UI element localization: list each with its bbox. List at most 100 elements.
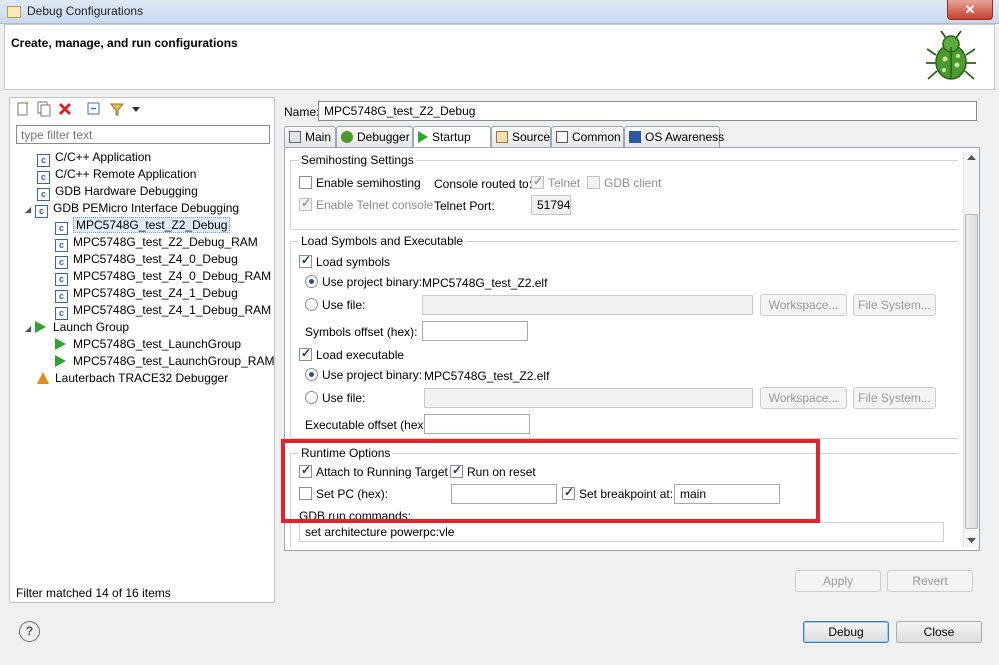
load-executable-checkbox[interactable]: Load executable (299, 346, 405, 362)
scroll-down-arrow-icon[interactable] (967, 537, 976, 544)
tab-main[interactable]: Main (284, 126, 336, 148)
tree-item-gdb-pemicro[interactable]: ◢ c GDB PEMicro Interface Debugging (18, 200, 274, 218)
exec-use-file-radio[interactable]: Use file: (305, 391, 365, 405)
window-title: Debug Configurations (27, 4, 144, 18)
tree-item-z4-0-debug-ram[interactable]: c MPC5748G_test_Z4_0_Debug_RAM (18, 268, 274, 286)
load-symbols-checkbox[interactable]: Load symbols (299, 253, 391, 269)
symbols-offset-label: Symbols offset (hex): (305, 325, 418, 339)
symbols-file-system-button[interactable]: File System... (853, 294, 936, 316)
tree-item-z2-debug-ram[interactable]: c MPC5748G_test_Z2_Debug_RAM (18, 234, 274, 252)
exec-use-project-binary-radio[interactable]: Use project binary: (305, 368, 422, 382)
load-symbols-group: Load Symbols and Executable Load symbols… (290, 234, 958, 439)
launch-icon (55, 338, 66, 350)
tree-item-launchgroup[interactable]: MPC5748G_test_LaunchGroup (18, 336, 274, 353)
filter-input[interactable] (16, 125, 270, 144)
exec-file-system-button[interactable]: File System... (853, 387, 936, 409)
scroll-up-arrow-icon[interactable] (967, 154, 976, 161)
tree-item-z4-1-debug[interactable]: c MPC5748G_test_Z4_1_Debug (18, 285, 274, 303)
checkbox-box[interactable] (299, 253, 312, 268)
checkbox-label: Load symbols (316, 255, 391, 269)
gdb-client-checkbox[interactable]: GDB client (587, 176, 661, 190)
apply-button[interactable]: Apply (795, 570, 881, 592)
close-button[interactable]: Close (896, 621, 982, 643)
checkbox-label: Load executable (316, 348, 405, 362)
new-configuration-icon[interactable] (15, 101, 31, 117)
source-icon (496, 131, 508, 143)
view-menu-chevron-down-icon[interactable] (128, 101, 144, 117)
symbols-workspace-button[interactable]: Workspace... (760, 294, 847, 316)
checkbox-label: Telnet (548, 176, 581, 190)
window-close-button[interactable]: ✕ (947, 0, 993, 20)
tree-item-gdb-hardware-debugging[interactable]: c GDB Hardware Debugging (18, 183, 274, 201)
tree-item-z4-0-debug[interactable]: c MPC5748G_test_Z4_0_Debug (18, 251, 274, 269)
tree-item-lauterbach[interactable]: Lauterbach TRACE32 Debugger (18, 370, 274, 387)
bug-icon (926, 30, 976, 80)
tree-item-z2-debug[interactable]: c MPC5748G_test_Z2_Debug (18, 217, 274, 235)
checkbox-box[interactable] (299, 176, 312, 189)
enable-telnet-console-checkbox[interactable]: Enable Telnet console (299, 196, 434, 212)
tab-label: Common (572, 130, 621, 144)
highlight-annotation-box (281, 439, 820, 523)
checkbox-box[interactable] (299, 196, 312, 211)
tree-item-label: GDB Hardware Debugging (55, 184, 198, 198)
name-label: Name: (284, 105, 320, 119)
tab-label: Debugger (357, 130, 410, 144)
duplicate-icon[interactable] (36, 101, 52, 117)
radio-button[interactable] (305, 275, 318, 288)
dialog-header: Create, manage, and run configurations (4, 24, 995, 90)
exec-binary-value: MPC5748G_test_Z2.elf (424, 369, 550, 383)
symbols-offset-field[interactable] (422, 321, 528, 341)
exec-offset-field[interactable] (424, 414, 530, 434)
tree-item-label: Launch Group (53, 320, 130, 334)
c-config-icon: c (35, 205, 48, 218)
tab-label: Startup (432, 130, 471, 144)
delete-icon[interactable] (57, 101, 73, 117)
checkbox-label: Enable Telnet console (316, 198, 434, 212)
tree-item-cpp-application[interactable]: c C/C++ Application (18, 149, 274, 167)
gdb-run-commands-field[interactable]: set architecture powerpc:vle (299, 522, 944, 542)
collapse-all-icon[interactable] (86, 101, 102, 117)
debug-button[interactable]: Debug (803, 621, 889, 643)
radio-button[interactable] (305, 391, 318, 404)
telnet-port-field[interactable]: 51794 (531, 195, 571, 215)
telnet-checkbox[interactable]: Telnet (531, 174, 581, 190)
console-routed-label: Console routed to: (434, 177, 533, 191)
dialog-title: Create, manage, and run configurations (11, 36, 238, 50)
tree-item-label: MPC5748G_test_Z4_0_Debug_RAM (73, 269, 272, 283)
load-symbols-title: Load Symbols and Executable (299, 234, 466, 248)
tab-debugger[interactable]: Debugger (336, 126, 413, 148)
expand-arrow-icon[interactable]: ◢ (25, 201, 35, 218)
tree-item-launchgroup-ram[interactable]: MPC5748G_test_LaunchGroup_RAM (18, 353, 274, 370)
main-tab-icon (289, 131, 301, 143)
radio-button[interactable] (305, 298, 318, 311)
tab-os-awareness[interactable]: OS Awareness (624, 126, 724, 148)
tree-item-launch-group[interactable]: ◢ Launch Group (18, 319, 274, 336)
checkbox-label: Enable semihosting (316, 176, 421, 190)
tab-common[interactable]: Common (551, 126, 624, 148)
symbols-use-project-binary-radio[interactable]: Use project binary: (305, 275, 422, 289)
configuration-editor: Name: MPC5748G_test_Z2_Debug Main Debugg… (281, 97, 982, 603)
filter-icon[interactable] (109, 101, 125, 117)
tree-item-z4-1-debug-ram[interactable]: c MPC5748G_test_Z4_1_Debug_RAM (18, 302, 274, 320)
launch-group-icon (35, 321, 46, 333)
tree-item-label: C/C++ Remote Application (55, 167, 197, 181)
tab-source[interactable]: Source (491, 126, 551, 148)
tab-startup[interactable]: Startup (413, 126, 491, 149)
checkbox-box[interactable] (587, 176, 600, 189)
help-icon[interactable]: ? (19, 621, 40, 642)
revert-button[interactable]: Revert (887, 570, 973, 592)
exec-workspace-button[interactable]: Workspace... (760, 387, 847, 409)
checkbox-box[interactable] (299, 346, 312, 361)
radio-label: Use project binary: (322, 275, 423, 289)
scrollbar-thumb[interactable] (965, 214, 978, 529)
tree-item-label: Lauterbach TRACE32 Debugger (55, 371, 229, 385)
tree-item-cpp-remote-application[interactable]: c C/C++ Remote Application (18, 166, 274, 184)
configuration-tree-panel: cC/C++ Application cC/C++ Remote Applica… (9, 97, 275, 603)
enable-semihosting-checkbox[interactable]: Enable semihosting (299, 176, 421, 190)
symbols-use-file-radio[interactable]: Use file: (305, 298, 365, 312)
name-field[interactable]: MPC5748G_test_Z2_Debug (318, 101, 977, 121)
radio-button[interactable] (305, 368, 318, 381)
radio-label: Use project binary: (322, 368, 423, 382)
expand-arrow-icon[interactable]: ◢ (25, 320, 35, 337)
checkbox-box[interactable] (531, 174, 544, 189)
